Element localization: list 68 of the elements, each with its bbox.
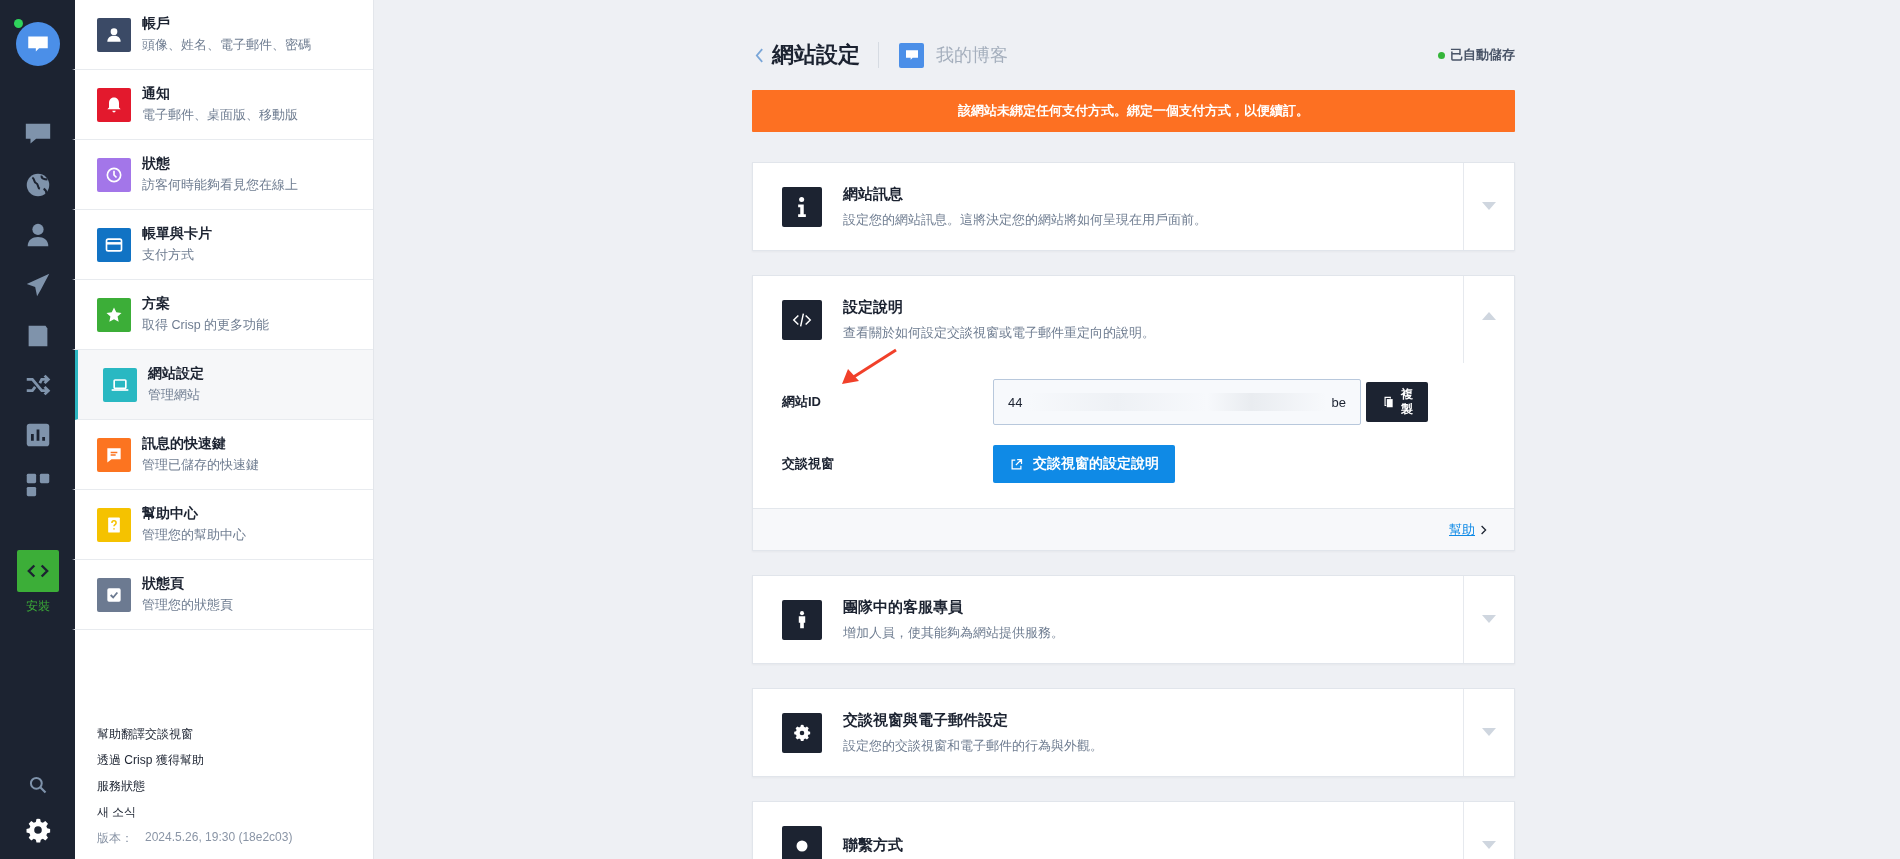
footer-link[interactable]: 透過 Crisp 獲得幫助 bbox=[97, 752, 204, 769]
card-description: 設定您的交談視窗和電子郵件的行為與外觀。 bbox=[843, 736, 1103, 755]
card-title: 聯繫方式 bbox=[843, 836, 903, 855]
menu-item-subtitle: 管理您的狀態頁 bbox=[142, 597, 233, 614]
menu-item-subtitle: 支付方式 bbox=[142, 247, 195, 264]
settings-button[interactable] bbox=[24, 817, 51, 843]
field-label: 網站ID bbox=[782, 393, 822, 411]
footer-link[interactable]: 새 소식 bbox=[97, 804, 137, 821]
footer-link[interactable]: 幫助翻譯交談視窗 bbox=[97, 726, 193, 743]
search-icon bbox=[27, 775, 48, 795]
payment-alert-banner: 該網站未綁定任何支付方式。綁定一個支付方式，以便續訂。 bbox=[752, 90, 1515, 132]
app-logo[interactable] bbox=[15, 22, 60, 66]
save-status: 已自動儲存 bbox=[1450, 46, 1515, 64]
card-description: 增加人員，使其能夠為網站提供服務。 bbox=[843, 623, 1064, 642]
caret-up-icon bbox=[1482, 312, 1496, 320]
settings-menu-item[interactable]: 狀態 訪客何時能夠看見您在線上 bbox=[72, 140, 373, 210]
card-title: 交談視窗與電子郵件設定 bbox=[843, 710, 1009, 730]
menu-item-subtitle: 管理您的幫助中心 bbox=[142, 527, 246, 544]
copy-button[interactable]: 複製 bbox=[1366, 382, 1428, 422]
field-label: 交談視窗 bbox=[782, 455, 835, 473]
menu-item-title: 狀態頁 bbox=[142, 575, 185, 593]
field-value-start: 44 bbox=[1008, 394, 1023, 410]
card-description: 查看關於如何設定交談視窗或電子郵件重定向的說明。 bbox=[843, 323, 1155, 342]
settings-menu-item[interactable]: 通知 電子郵件、桌面版、移動版 bbox=[72, 70, 373, 140]
caret-down-icon bbox=[1482, 202, 1496, 210]
settings-menu-item[interactable]: 網站設定 管理網站 bbox=[75, 350, 373, 420]
settings-icon bbox=[24, 817, 51, 843]
settings-menu-item[interactable]: 帳戶 頭像、姓名、電子郵件、密碼 bbox=[72, 0, 373, 70]
settings-menu-item[interactable]: 狀態頁 管理您的狀態頁 bbox=[72, 560, 373, 630]
menu-item-subtitle: 訪客何時能夠看見您在線上 bbox=[142, 177, 298, 194]
search-button[interactable] bbox=[27, 775, 48, 795]
field-value-end: be bbox=[1331, 394, 1346, 410]
menu-item-title: 幫助中心 bbox=[142, 505, 199, 523]
caret-down-icon bbox=[1482, 728, 1496, 736]
card-title: 網站訊息 bbox=[843, 184, 904, 204]
website-name: 我的博客 bbox=[936, 44, 1008, 67]
menu-item-subtitle: 管理已儲存的快速鍵 bbox=[142, 457, 259, 474]
version-label: 版本： bbox=[97, 830, 133, 847]
menu-item-subtitle: 電子郵件、桌面版、移動版 bbox=[142, 107, 298, 124]
help-link[interactable]: 幫助 bbox=[1449, 520, 1475, 539]
settings-menu-item[interactable]: 幫助中心 管理您的幫助中心 bbox=[72, 490, 373, 560]
card-title: 團隊中的客服專員 bbox=[843, 597, 964, 617]
menu-item-title: 狀態 bbox=[142, 155, 171, 173]
caret-down-icon bbox=[1482, 841, 1496, 849]
website-id-field[interactable]: 44 be bbox=[993, 379, 1361, 425]
chevron-right-icon bbox=[1480, 524, 1488, 535]
menu-item-subtitle: 管理網站 bbox=[148, 387, 201, 404]
version-text: 2024.5.26, 19:30 (18e2c03) bbox=[145, 830, 293, 846]
menu-item-title: 訊息的快速鍵 bbox=[142, 435, 227, 453]
card-description: 設定您的網站訊息。這將決定您的網站將如何呈現在用戶面前。 bbox=[843, 210, 1207, 229]
settings-menu-item[interactable]: 訊息的快速鍵 管理已儲存的快速鍵 bbox=[72, 420, 373, 490]
card-title: 設定說明 bbox=[843, 297, 904, 317]
info-icon bbox=[798, 196, 806, 217]
menu-item-title: 帳單與卡片 bbox=[142, 225, 212, 243]
settings-menu-item[interactable]: 帳單與卡片 支付方式 bbox=[72, 210, 373, 280]
chevron-left-icon bbox=[755, 47, 764, 63]
menu-item-subtitle: 頭像、姓名、電子郵件、密碼 bbox=[142, 37, 311, 54]
menu-item-title: 帳戶 bbox=[142, 15, 171, 33]
caret-down-icon bbox=[1482, 615, 1496, 623]
menu-item-title: 網站設定 bbox=[148, 365, 204, 383]
external-link-icon bbox=[1009, 456, 1024, 472]
menu-item-title: 通知 bbox=[142, 85, 171, 103]
footer-link[interactable]: 服務狀態 bbox=[97, 778, 145, 795]
status-dot bbox=[1438, 51, 1445, 59]
menu-item-title: 方案 bbox=[142, 295, 171, 313]
menu-item-subtitle: 取得 Crisp 的更多功能 bbox=[142, 317, 270, 334]
setup-guide-button[interactable]: 交談視窗的設定說明 bbox=[993, 445, 1175, 483]
page-title: 網站設定 bbox=[772, 41, 860, 69]
